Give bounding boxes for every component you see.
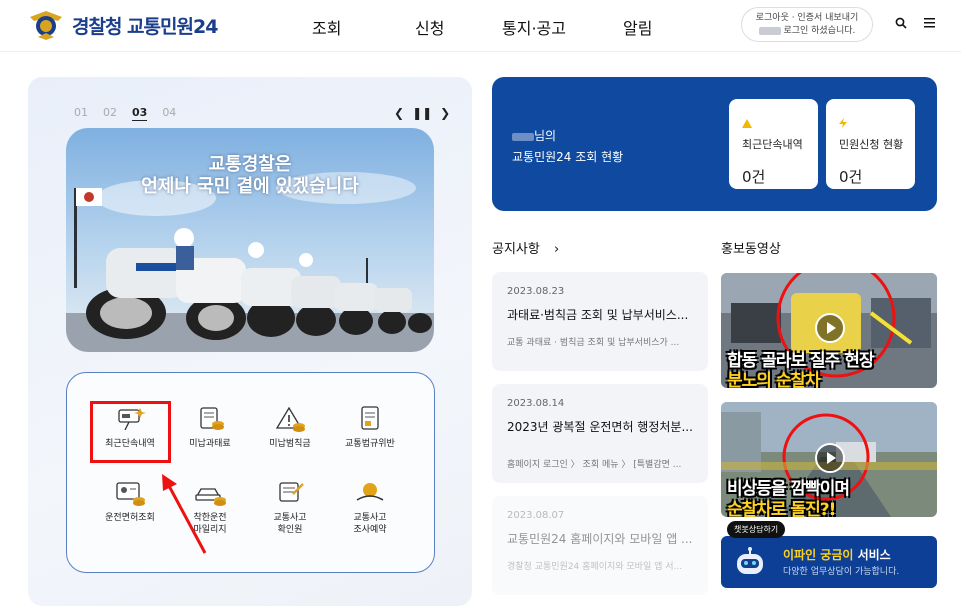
stat-application-status[interactable]: 민원신청 현황 0건 (826, 99, 915, 189)
promo-video[interactable]: 비상등을 깜빡이며 순찰차로 돌진?! (721, 402, 937, 517)
notice-item[interactable]: 2023.08.07 교통민원24 홈페이지와 모바일 앱 ... 경찰청 교통… (492, 496, 708, 595)
quick-unpaid-penalties[interactable]: 미납범칙금 (250, 406, 330, 450)
warning-coins-icon (275, 406, 305, 432)
nav-apply[interactable]: 신청 (415, 15, 444, 39)
quick-traffic-violation[interactable]: 교통법규위반 (330, 406, 410, 450)
police-emblem-icon (30, 11, 62, 40)
main-banner[interactable]: 교통경찰은 언제나 국민 곁에 있겠습니다 (66, 128, 434, 352)
pause-icon[interactable]: ❚❚ (412, 106, 432, 120)
quick-accident-certificate[interactable]: 교통사고 확인원 (250, 480, 330, 536)
notice-item[interactable]: 2023.08.23 과태료·범칙금 조회 및 납부서비스... 교통 과태료 … (492, 272, 708, 371)
notice-item[interactable]: 2023.08.14 2023년 광복절 운전면허 행정처분... 홈페이지 로… (492, 384, 708, 483)
banner-controls: ❮ ❚❚ ❯ (394, 106, 450, 120)
banner-title-line2: 언제나 국민 곁에 있겠습니다 (141, 176, 359, 197)
nav-alert[interactable]: 알림 (623, 15, 652, 39)
masked-name (512, 132, 534, 141)
header: 경찰청 교통민원24 조회 신청 통지·공고 알림 로그아웃 · 인증서 내보내… (0, 0, 961, 52)
search-icon[interactable] (895, 17, 907, 29)
handshake-icon (356, 483, 384, 501)
red-arrow (162, 474, 207, 554)
nav-lookup[interactable]: 조회 (312, 15, 341, 39)
chatbot-tag[interactable]: 챗봇상담하기 (727, 521, 786, 538)
promo-video[interactable]: 합동 골라보 질주 현장 분노의 순찰차 (721, 273, 937, 388)
certificate-icon (279, 482, 304, 502)
menu-icon[interactable] (924, 17, 935, 28)
chevron-right-icon[interactable]: › (554, 242, 559, 257)
next-arrow-icon[interactable]: ❯ (440, 106, 450, 120)
masked-username (758, 26, 781, 35)
prev-arrow-icon[interactable]: ❮ (394, 106, 404, 120)
banner-pager: 01 02 03 04 (74, 106, 176, 121)
quick-unpaid-fines[interactable]: 미납과태료 (170, 406, 250, 450)
logo-text: 경찰청 교통민원24 (72, 15, 218, 38)
robot-icon (737, 547, 763, 574)
quick-accident-reservation[interactable]: 교통사고 조사예약 (330, 480, 410, 536)
nav-notice[interactable]: 통지·공고 (502, 15, 566, 39)
status-title: 님의 교통민원24 조회 현황 (512, 129, 624, 164)
chatbot-banner[interactable]: 이파인 궁금이 서비스 다양한 업무상담이 가능합니다. (721, 536, 937, 588)
pager-02[interactable]: 02 (103, 106, 117, 121)
login-status[interactable]: 로그아웃 · 인증서 내보내기 로그인 하셨습니다. (741, 7, 873, 42)
play-icon[interactable] (815, 443, 845, 473)
stat-recent-enforcement[interactable]: 최근단속내역 0건 (729, 99, 818, 189)
lightning-icon (839, 118, 847, 128)
warning-icon (742, 119, 752, 128)
site-logo[interactable]: 경찰청 교통민원24 (28, 9, 218, 41)
bill-coins-icon (200, 407, 224, 430)
highlight-box (90, 401, 171, 463)
pager-04[interactable]: 04 (162, 106, 176, 121)
pager-01[interactable]: 01 (74, 106, 88, 121)
pager-03[interactable]: 03 (132, 106, 148, 121)
play-icon[interactable] (815, 313, 845, 343)
logout-links[interactable]: 로그아웃 · 인증서 내보내기 (742, 12, 872, 25)
document-icon (361, 406, 379, 430)
login-user: 로그인 하셨습니다. (742, 25, 872, 38)
notice-section-title[interactable]: 공지사항 › (492, 238, 559, 257)
promo-section-title: 홍보동영상 (721, 242, 781, 257)
id-card-icon (116, 482, 145, 506)
